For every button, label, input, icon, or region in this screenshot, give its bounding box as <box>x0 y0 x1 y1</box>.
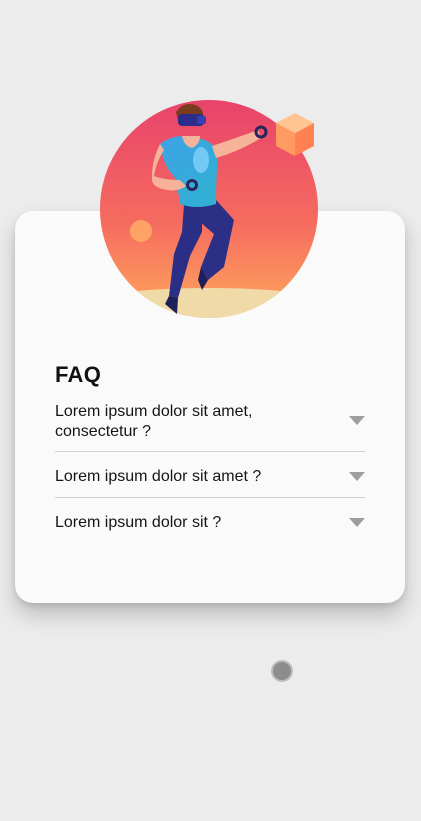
chevron-down-icon[interactable] <box>349 416 365 425</box>
faq-item[interactable]: Lorem ipsum dolor sit amet ? <box>55 452 365 498</box>
chevron-down-icon[interactable] <box>349 518 365 527</box>
faq-question: Lorem ipsum dolor sit ? <box>55 514 222 531</box>
faq-question: Lorem ipsum dolor sit amet, consectetur … <box>55 403 253 440</box>
faq-title: FAQ <box>55 362 102 387</box>
faq-item[interactable]: Lorem ipsum dolor sit ? <box>55 498 365 543</box>
faq-list: Lorem ipsum dolor sit amet, consectetur … <box>55 398 365 543</box>
vr-person-illustration <box>100 100 318 318</box>
faq-item[interactable]: Lorem ipsum dolor sit amet, consectetur … <box>55 398 365 452</box>
page-indicator-dot[interactable] <box>271 660 293 682</box>
faq-question: Lorem ipsum dolor sit amet ? <box>55 468 262 485</box>
chevron-down-icon[interactable] <box>349 472 365 481</box>
